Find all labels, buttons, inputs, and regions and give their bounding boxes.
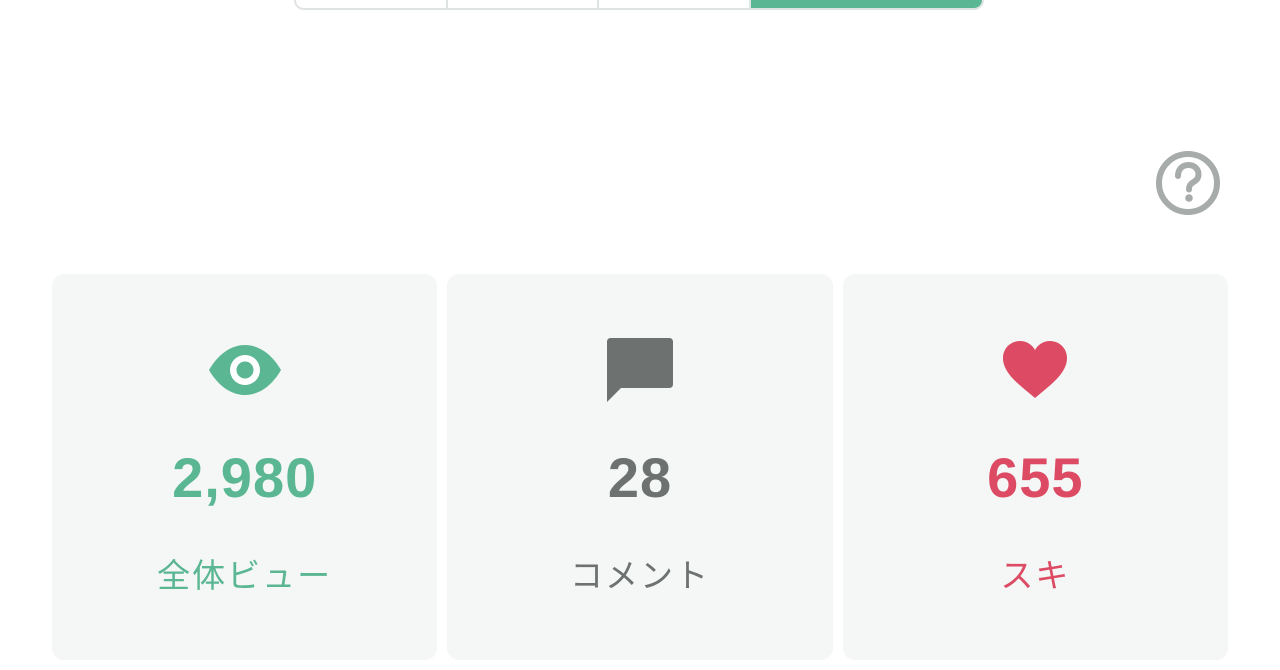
likes-label: スキ: [1000, 556, 1071, 595]
period-tab-4-selected[interactable]: [751, 0, 982, 8]
stat-card-comments: 28 コメント: [447, 274, 833, 660]
stat-card-views: 2,980 全体ビュー: [52, 274, 438, 660]
eye-icon: [205, 330, 285, 410]
views-count: 2,980: [172, 446, 318, 509]
stats-page: 2,980 全体ビュー 28 コメント 655 スキ: [0, 0, 1280, 670]
period-segmented-control: [294, 0, 984, 10]
question-circle-icon: [1156, 151, 1220, 215]
comments-label: コメント: [569, 556, 710, 595]
period-tab-3[interactable]: [599, 0, 751, 8]
period-tab-2[interactable]: [448, 0, 599, 8]
period-tab-1[interactable]: [296, 0, 448, 8]
stat-card-likes: 655 スキ: [842, 274, 1228, 660]
help-button[interactable]: [1152, 148, 1222, 218]
likes-count: 655: [987, 446, 1084, 509]
heart-icon: [995, 330, 1075, 410]
stats-cards: 2,980 全体ビュー 28 コメント 655 スキ: [52, 274, 1228, 660]
views-label: 全体ビュー: [157, 556, 333, 595]
comments-count: 28: [607, 446, 673, 509]
comment-icon: [600, 330, 680, 410]
